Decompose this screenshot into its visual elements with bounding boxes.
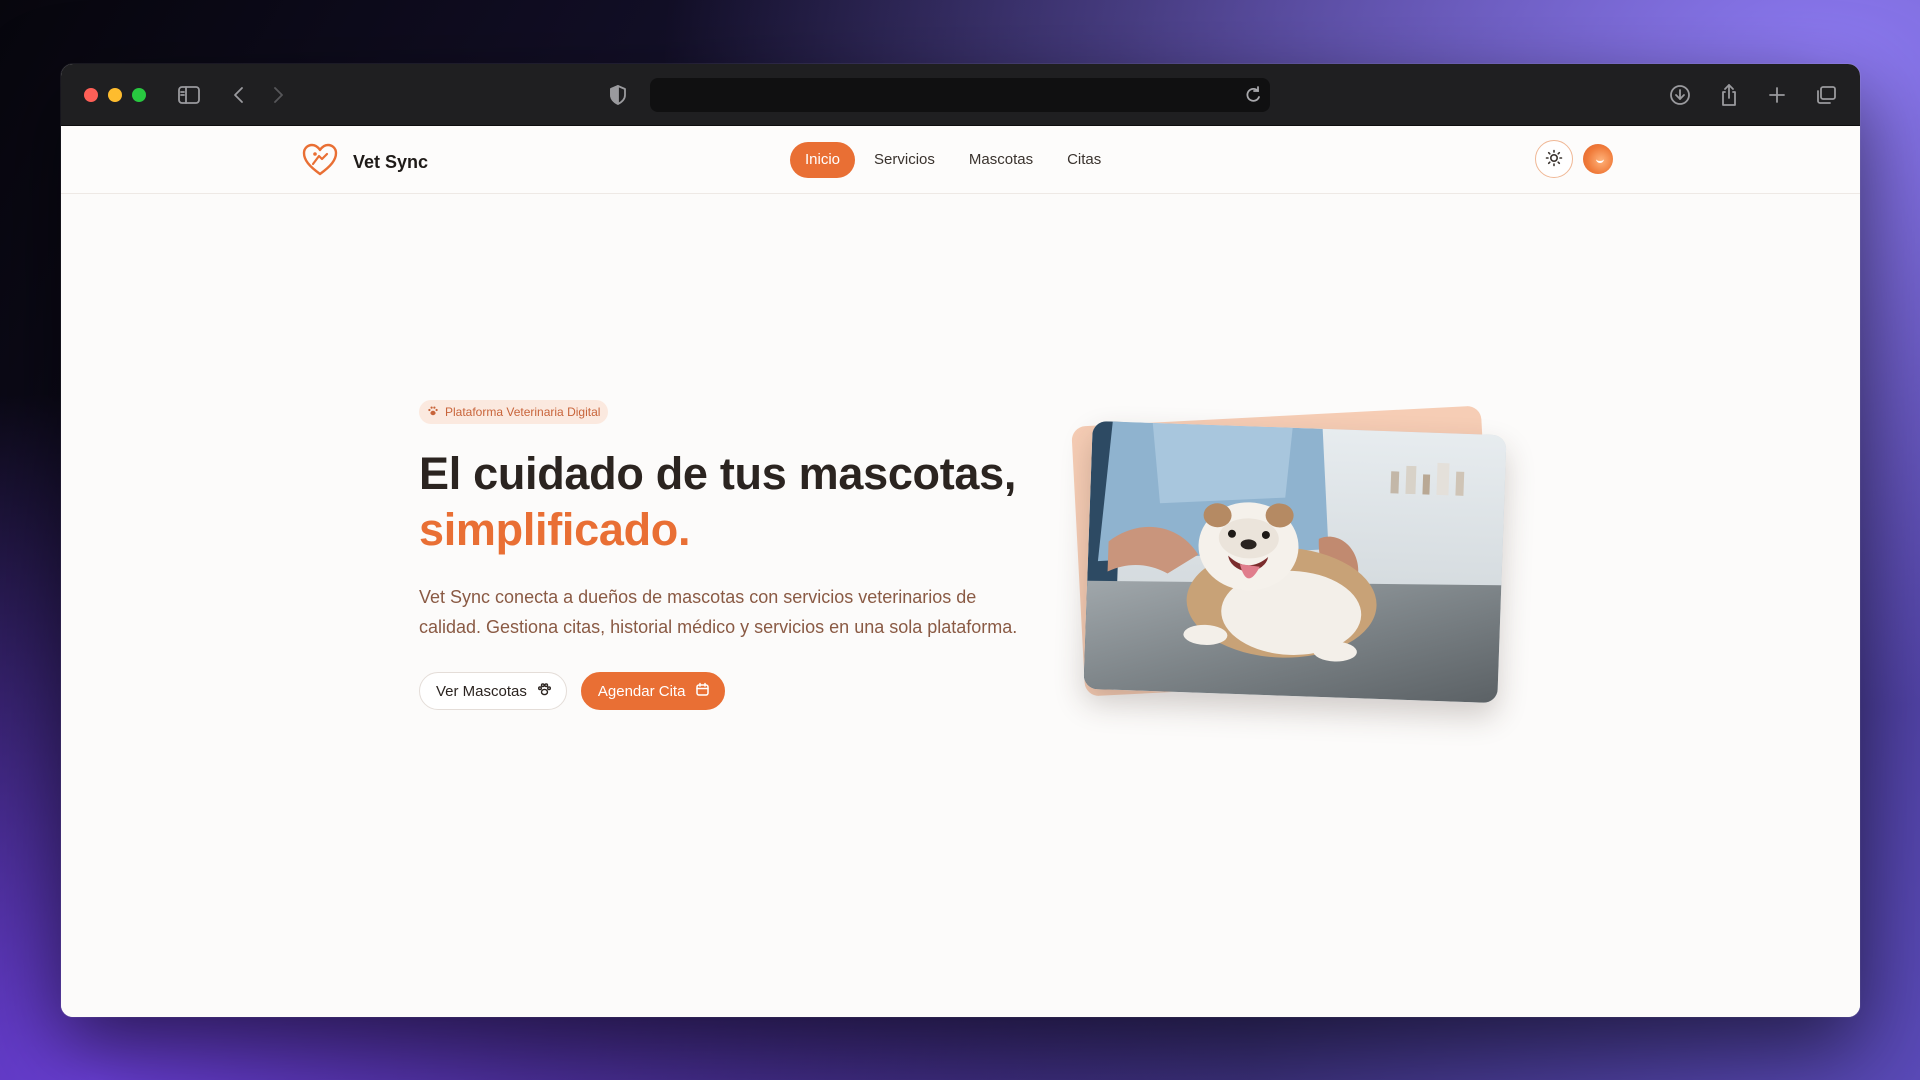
ver-mascotas-button[interactable]: Ver Mascotas: [419, 672, 567, 710]
nav-item-citas[interactable]: Citas: [1052, 142, 1116, 178]
hero-title-accent: simplificado.: [419, 504, 691, 555]
browser-toolbar: [61, 64, 1860, 126]
brand-name: Vet Sync: [353, 152, 429, 172]
hero-content: Plataforma Veterinaria Digital El cuidad…: [419, 400, 1039, 710]
download-icon[interactable]: [1666, 82, 1694, 108]
hero-title: El cuidado de tus mascotas, simplificado…: [419, 446, 1039, 558]
sun-icon: [1545, 149, 1563, 170]
browser-window: Vet Sync Inicio Servicios Mascotas Citas: [61, 64, 1860, 1017]
minimize-window-button[interactable]: [108, 88, 122, 102]
agendar-cita-label: Agendar Cita: [597, 682, 686, 700]
hero-badge: Plataforma Veterinaria Digital: [419, 400, 609, 424]
hero-image-card: [1068, 405, 1508, 706]
shield-icon[interactable]: [604, 82, 632, 108]
hero-photo-vet-with-bulldog: [1083, 420, 1507, 704]
hero-actions: Ver Mascotas Agendar Cita: [419, 672, 1039, 710]
theme-toggle-button[interactable]: [1535, 140, 1573, 178]
agendar-cita-button[interactable]: Agendar Cita: [580, 672, 726, 710]
site-navbar: Vet Sync Inicio Servicios Mascotas Citas: [61, 126, 1860, 194]
user-avatar[interactable]: [1583, 144, 1613, 174]
nav-item-inicio[interactable]: Inicio: [790, 142, 856, 178]
nav-actions: [1535, 140, 1613, 178]
hero-description: Vet Sync conecta a dueños de mascotas co…: [419, 587, 1018, 637]
main-menu: Inicio Servicios Mascotas Citas: [790, 142, 1116, 178]
new-tab-icon[interactable]: [1763, 82, 1791, 108]
address-bar[interactable]: [650, 78, 1270, 112]
close-window-button[interactable]: [84, 88, 98, 102]
sidebar-icon[interactable]: [175, 82, 203, 108]
forward-icon[interactable]: [264, 82, 292, 108]
tabs-overview-icon[interactable]: [1812, 82, 1840, 108]
paw-heart-logo-icon: [301, 142, 339, 183]
paw-icon: [537, 682, 552, 701]
nav-item-mascotas[interactable]: Mascotas: [954, 142, 1048, 178]
back-icon[interactable]: [225, 82, 253, 108]
web-page: Vet Sync Inicio Servicios Mascotas Citas: [61, 126, 1860, 1017]
hero-badge-label: Plataforma Veterinaria Digital: [445, 405, 601, 419]
nav-item-servicios[interactable]: Servicios: [859, 142, 950, 178]
paw-icon: [427, 405, 439, 420]
share-icon[interactable]: [1715, 82, 1743, 108]
reload-icon[interactable]: [1244, 85, 1262, 110]
calendar-icon: [695, 682, 710, 701]
maximize-window-button[interactable]: [132, 88, 146, 102]
ver-mascotas-label: Ver Mascotas: [436, 682, 527, 700]
hero-title-line1: El cuidado de tus mascotas,: [419, 448, 1017, 499]
brand[interactable]: Vet Sync: [301, 142, 428, 183]
